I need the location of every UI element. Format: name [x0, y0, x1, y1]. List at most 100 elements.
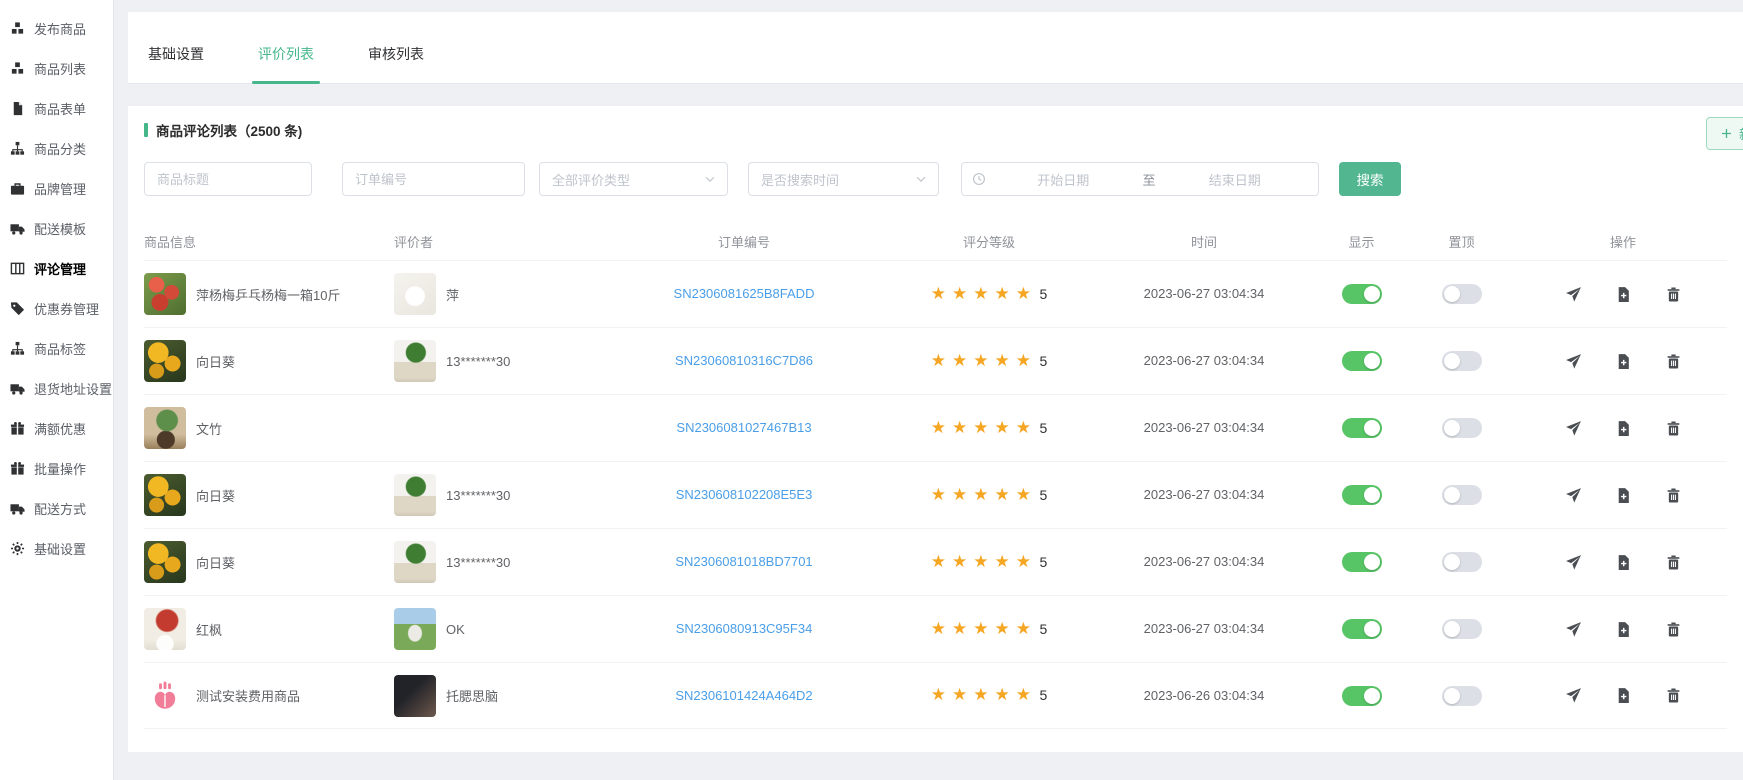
main-area: 基础设置评价列表审核列表 商品评论列表（2500 条) 新 全部评价类型 是否搜…	[128, 0, 1743, 780]
trash-icon[interactable]	[1665, 420, 1682, 437]
sidebar-item-coupon-manage[interactable]: 优惠券管理	[0, 288, 113, 328]
file-add-icon[interactable]	[1615, 487, 1632, 504]
show-toggle[interactable]	[1342, 686, 1382, 706]
trash-icon[interactable]	[1665, 687, 1682, 704]
tab-review-list[interactable]: 评价列表	[252, 44, 320, 83]
sidebar-item-shipping-template[interactable]: 配送模板	[0, 208, 113, 248]
file-add-icon[interactable]	[1615, 687, 1632, 704]
sidebar-item-brand-manage[interactable]: 品牌管理	[0, 168, 113, 208]
order-no-link[interactable]: SN2306101424A464D2	[675, 688, 812, 703]
send-icon[interactable]	[1565, 554, 1582, 571]
sidebar-item-basic-settings[interactable]: 基础设置	[0, 528, 113, 568]
table-row: 向日葵 13*******30 SN230608102208E5E3 ★★★★★…	[144, 461, 1727, 528]
show-toggle[interactable]	[1342, 284, 1382, 304]
pin-toggle[interactable]	[1442, 552, 1482, 572]
order-no-link[interactable]: SN2306081625B8FADD	[674, 286, 815, 301]
order-no-link[interactable]: SN23060810316C7D86	[675, 353, 813, 368]
sidebar-item-full-discount[interactable]: 满额优惠	[0, 408, 113, 448]
pin-toggle[interactable]	[1442, 418, 1482, 438]
show-toggle[interactable]	[1342, 351, 1382, 371]
cubes-icon	[10, 61, 25, 76]
column-header: 商品信息	[144, 232, 394, 251]
sidebar-item-comment-manage[interactable]: 评论管理	[0, 248, 113, 288]
product-title: 红枫	[196, 620, 222, 639]
column-header: 评分等级	[889, 232, 1089, 251]
table-row: 向日葵 13*******30 SN2306081018BD7701 ★★★★★…	[144, 528, 1727, 595]
sidebar-item-product-list[interactable]: 商品列表	[0, 48, 113, 88]
star-icon: ★	[995, 486, 1010, 503]
tab-basic-settings[interactable]: 基础设置	[142, 44, 210, 83]
order-no-input[interactable]	[342, 162, 525, 196]
review-time: 2023-06-27 03:04:34	[1144, 554, 1265, 569]
show-toggle[interactable]	[1342, 418, 1382, 438]
rating-stars: ★★★★★	[931, 686, 1031, 703]
start-date-field[interactable]: 开始日期	[990, 170, 1137, 189]
sidebar-item-product-tags[interactable]: 商品标签	[0, 328, 113, 368]
row-actions	[1519, 687, 1727, 704]
pin-toggle[interactable]	[1442, 351, 1482, 371]
file-add-icon[interactable]	[1615, 621, 1632, 638]
sunflower-photo	[144, 541, 186, 583]
star-icon: ★	[952, 419, 967, 436]
sidebar-item-label: 商品分类	[34, 139, 86, 158]
pin-toggle[interactable]	[1442, 619, 1482, 639]
sidebar-item-publish-product[interactable]: 发布商品	[0, 8, 113, 48]
add-new-button[interactable]: 新	[1706, 117, 1743, 150]
date-range-picker[interactable]: 开始日期 至 结束日期	[961, 162, 1319, 196]
sidebar-item-return-address[interactable]: 退货地址设置	[0, 368, 113, 408]
sidebar-item-batch-operation[interactable]: 批量操作	[0, 448, 113, 488]
fern-photo	[144, 407, 186, 449]
order-no-link[interactable]: SN230608102208E5E3	[676, 487, 813, 502]
row-actions	[1519, 420, 1727, 437]
pin-toggle[interactable]	[1442, 284, 1482, 304]
star-icon: ★	[973, 352, 988, 369]
trash-icon[interactable]	[1665, 487, 1682, 504]
briefcase-icon	[10, 181, 25, 196]
pin-toggle[interactable]	[1442, 686, 1482, 706]
send-icon[interactable]	[1565, 286, 1582, 303]
sidebar-item-product-category[interactable]: 商品分类	[0, 128, 113, 168]
trash-icon[interactable]	[1665, 353, 1682, 370]
show-toggle[interactable]	[1342, 485, 1382, 505]
trash-icon[interactable]	[1665, 286, 1682, 303]
rating-value: 5	[1039, 286, 1047, 302]
product-title-input[interactable]	[144, 162, 312, 196]
sidebar-item-label: 评论管理	[34, 259, 86, 278]
send-icon[interactable]	[1565, 687, 1582, 704]
file-add-icon[interactable]	[1615, 286, 1632, 303]
rating-type-select[interactable]: 全部评价类型	[539, 162, 728, 196]
rating-value: 5	[1039, 621, 1047, 637]
search-button[interactable]: 搜索	[1339, 162, 1401, 196]
tag-icon	[10, 301, 25, 316]
table-row: 红枫 OK SN2306080913C95F34 ★★★★★ 5 2023-06…	[144, 595, 1727, 662]
send-icon[interactable]	[1565, 621, 1582, 638]
reviewer-name: 13*******30	[446, 555, 510, 570]
end-date-field[interactable]: 结束日期	[1162, 170, 1309, 189]
file-add-icon[interactable]	[1615, 554, 1632, 571]
order-no-link[interactable]: SN2306081027467B13	[676, 420, 811, 435]
time-search-select[interactable]: 是否搜索时间	[748, 162, 939, 196]
file-add-icon[interactable]	[1615, 353, 1632, 370]
trash-icon[interactable]	[1665, 554, 1682, 571]
order-no-link[interactable]: SN2306080913C95F34	[676, 621, 813, 636]
pin-toggle[interactable]	[1442, 485, 1482, 505]
star-icon: ★	[1016, 486, 1031, 503]
tab-audit-list[interactable]: 审核列表	[362, 44, 430, 83]
show-toggle[interactable]	[1342, 552, 1382, 572]
send-icon[interactable]	[1565, 353, 1582, 370]
sidebar-item-product-form[interactable]: 商品表单	[0, 88, 113, 128]
trash-icon[interactable]	[1665, 621, 1682, 638]
star-icon: ★	[931, 620, 946, 637]
gift-icon	[10, 421, 25, 436]
sidebar-item-label: 配送模板	[34, 219, 86, 238]
review-time: 2023-06-27 03:04:34	[1144, 621, 1265, 636]
send-icon[interactable]	[1565, 420, 1582, 437]
order-no-link[interactable]: SN2306081018BD7701	[675, 554, 812, 569]
product-title: 文竹	[196, 419, 222, 438]
send-icon[interactable]	[1565, 487, 1582, 504]
show-toggle[interactable]	[1342, 619, 1382, 639]
date-range-separator: 至	[1137, 170, 1162, 189]
file-add-icon[interactable]	[1615, 420, 1632, 437]
reviews-table: 商品信息评价者订单编号评分等级时间显示置顶操作 萍杨梅乒乓杨梅一箱10斤 萍 S…	[144, 222, 1727, 729]
sidebar-item-shipping-method[interactable]: 配送方式	[0, 488, 113, 528]
